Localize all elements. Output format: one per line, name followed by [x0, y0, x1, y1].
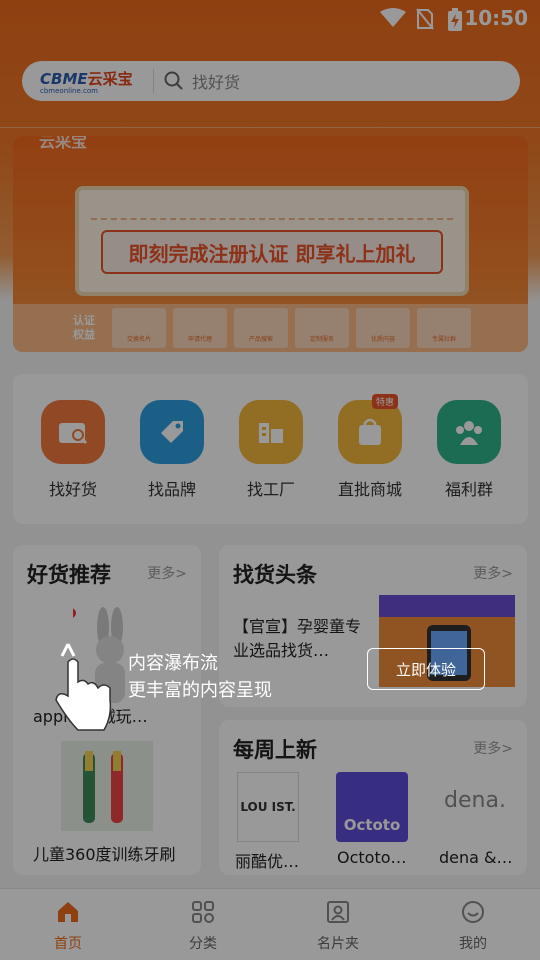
guide-line1: 内容瀑布流 [128, 653, 218, 674]
guide-line2: 更丰富的内容呈现 [128, 680, 272, 701]
try-now-button[interactable]: 立即体验 [367, 648, 485, 690]
swipe-hand-icon [55, 643, 112, 731]
guide-overlay[interactable] [0, 0, 540, 960]
guide-text: 内容瀑布流 更丰富的内容呈现 [128, 650, 272, 704]
